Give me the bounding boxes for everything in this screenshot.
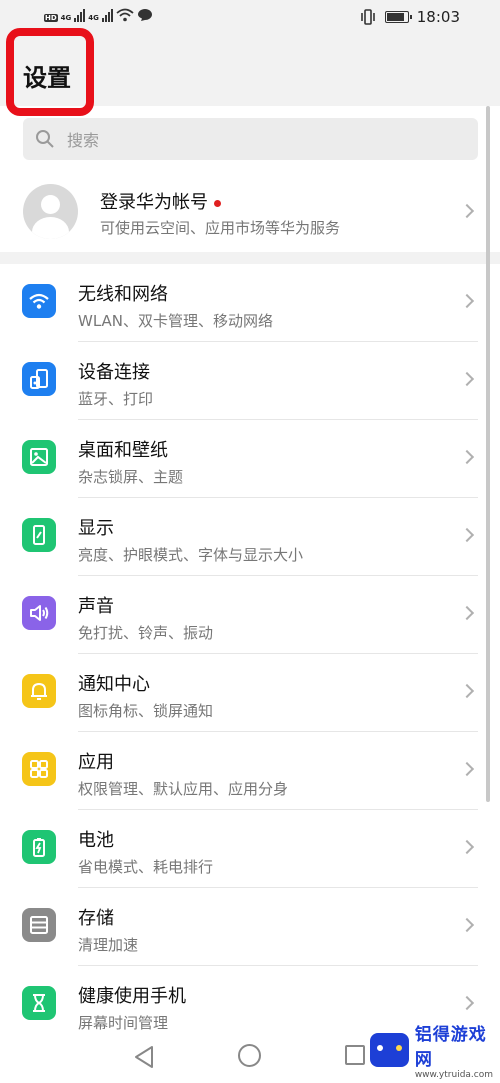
search-input[interactable]: 搜索 [23, 118, 478, 160]
hourglass-icon [22, 986, 56, 1020]
notification-dot [214, 199, 221, 207]
watermark-name: 铝得游戏网 [414, 1025, 487, 1070]
settings-item-title: 无线和网络 [78, 284, 168, 305]
clock: 18:03 [416, 8, 460, 26]
hd-icon: HD [44, 14, 58, 22]
watermark-logo [370, 1033, 409, 1067]
settings-item-device-connect[interactable]: 设备连接 蓝牙、打印 [0, 342, 500, 420]
settings-item-title: 通知中心 [78, 674, 150, 695]
settings-item-sound[interactable]: 声音免打扰、铃声、振动 [0, 576, 500, 654]
battery-icon [22, 830, 56, 864]
settings-item-subtitle: 屏幕时间管理 [78, 1014, 169, 1032]
settings-item-title: 显示 [78, 518, 114, 539]
settings-item-subtitle: 亮度、护眼模式、字体与显示大小 [78, 546, 304, 564]
chevron-right-icon [459, 203, 475, 219]
storage-icon [22, 908, 56, 942]
vibrate-icon [360, 9, 375, 25]
settings-item-title: 应用 [78, 752, 114, 773]
settings-item-subtitle: 杂志锁屏、主题 [78, 468, 184, 486]
chevron-right-icon [459, 293, 475, 309]
chevron-right-icon [459, 995, 475, 1011]
settings-item-subtitle: 免打扰、铃声、振动 [78, 624, 214, 642]
settings-item-title: 存储 [78, 908, 114, 929]
settings-item-wifi[interactable]: 无线和网络 WLAN、双卡管理、移动网络 [0, 264, 500, 342]
apps-icon [22, 752, 56, 786]
device-connect-icon [22, 362, 56, 396]
settings-item-subtitle: WLAN、双卡管理、移动网络 [78, 312, 274, 330]
wifi-icon [22, 284, 56, 318]
chevron-right-icon [459, 683, 475, 699]
settings-item-display[interactable]: 显示亮度、护眼模式、字体与显示大小 [0, 498, 500, 576]
settings-item-title: 电池 [78, 830, 114, 851]
chevron-right-icon [459, 371, 475, 387]
settings-item-title: 健康使用手机 [78, 986, 186, 1007]
wallpaper-icon [22, 440, 56, 474]
search-icon [36, 130, 54, 148]
settings-item-subtitle: 蓝牙、打印 [78, 390, 154, 408]
chevron-right-icon [459, 917, 475, 933]
settings-item-subtitle: 清理加速 [78, 936, 139, 954]
watermark: 铝得游戏网 www.ytruida.com [370, 1020, 498, 1080]
settings-item-subtitle: 权限管理、默认应用、应用分身 [78, 780, 289, 798]
section-divider [0, 252, 500, 264]
settings-content: 搜索 登录华为帐号 可使用云空间、应用市场等华为服务 无线和网络 WLAN、双卡管… [0, 106, 500, 1033]
settings-item-apps[interactable]: 应用权限管理、默认应用、应用分身 [0, 732, 500, 810]
settings-item-notification[interactable]: 通知中心图标角标、锁屏通知 [0, 654, 500, 732]
battery-icon [384, 11, 412, 23]
chevron-right-icon [459, 839, 475, 855]
recent-apps-icon[interactable] [345, 1045, 365, 1065]
signal-1-label: 4G [60, 14, 72, 22]
settings-item-storage[interactable]: 存储 清理加速 [0, 888, 500, 966]
scrollbar[interactable] [486, 106, 490, 802]
notification-icon [22, 674, 56, 708]
signal-4g-icon [101, 6, 113, 22]
account-row[interactable]: 登录华为帐号 可使用云空间、应用市场等华为服务 [0, 170, 500, 252]
back-icon[interactable] [133, 1045, 155, 1069]
settings-item-wallpaper[interactable]: 桌面和壁纸杂志锁屏、主题 [0, 420, 500, 498]
settings-item-title: 设备连接 [78, 362, 150, 383]
signal-4g-icon [74, 6, 86, 22]
signal-2-label: 4G [88, 14, 99, 22]
highlight-box [6, 28, 94, 116]
message-icon [137, 9, 152, 21]
chevron-right-icon [459, 449, 475, 465]
account-subtitle: 可使用云空间、应用市场等华为服务 [100, 219, 341, 237]
home-icon[interactable] [238, 1044, 261, 1067]
settings-item-subtitle: 图标角标、锁屏通知 [78, 702, 214, 720]
settings-item-subtitle: 省电模式、耗电排行 [78, 858, 214, 876]
chevron-right-icon [459, 761, 475, 777]
settings-item-battery[interactable]: 电池省电模式、耗电排行 [0, 810, 500, 888]
chevron-right-icon [459, 527, 475, 543]
watermark-url: www.ytruida.com [414, 1070, 493, 1080]
avatar [23, 184, 78, 239]
settings-item-title: 桌面和壁纸 [78, 440, 168, 461]
settings-item-title: 声音 [78, 596, 114, 617]
search-placeholder: 搜索 [67, 131, 100, 150]
settings-list: 无线和网络 WLAN、双卡管理、移动网络 设备连接蓝牙、打印桌面和壁纸杂志锁屏、主题… [0, 264, 500, 1033]
sound-icon [22, 596, 56, 630]
account-title: 登录华为帐号 [100, 192, 208, 213]
chevron-right-icon [459, 605, 475, 621]
wifi-icon [116, 8, 134, 22]
display-icon [22, 518, 56, 552]
